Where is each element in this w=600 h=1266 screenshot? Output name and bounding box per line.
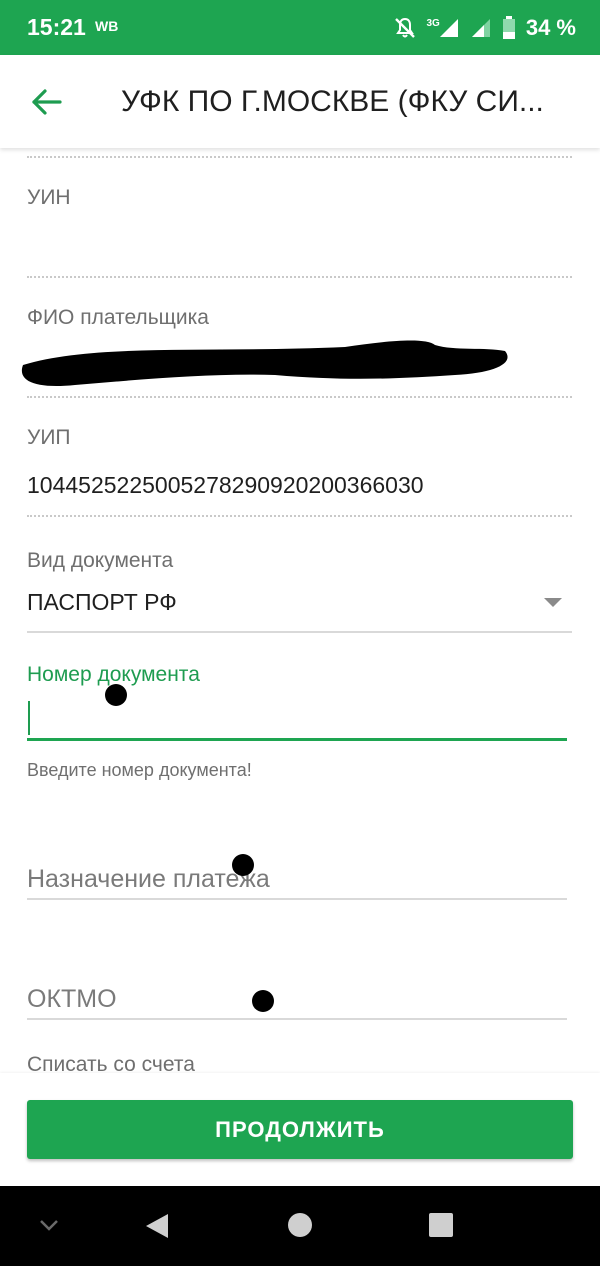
nav-back-icon[interactable] bbox=[144, 1212, 170, 1240]
uin-label: УИН bbox=[27, 186, 71, 209]
nav-recents-icon[interactable] bbox=[428, 1212, 454, 1238]
status-right-group: 3G 34 % bbox=[393, 12, 576, 44]
text-cursor bbox=[28, 701, 30, 735]
uin-divider bbox=[27, 276, 572, 278]
page-title: УФК ПО Г.МОСКВЕ (ФКУ СИ... bbox=[121, 85, 544, 118]
payer-name-divider bbox=[27, 396, 572, 398]
doc-number-underline bbox=[27, 738, 567, 741]
purpose-underline bbox=[27, 898, 567, 900]
oktmo-underline bbox=[27, 1018, 567, 1020]
continue-button[interactable]: ПРОДОЛЖИТЬ bbox=[27, 1100, 573, 1159]
app-bar: УФК ПО Г.МОСКВЕ (ФКУ СИ... bbox=[0, 55, 600, 148]
field-divider bbox=[27, 156, 572, 158]
uip-divider bbox=[27, 515, 572, 517]
system-nav-bar bbox=[0, 1186, 600, 1266]
payment-form[interactable]: УИН ФИО плательщика УИП 1044525225005278… bbox=[0, 148, 600, 1073]
signal-icon-secondary bbox=[471, 19, 490, 37]
uip-label: УИП bbox=[27, 426, 71, 449]
debit-account-label: Списать со счета bbox=[27, 1053, 195, 1073]
annotation-dot bbox=[232, 854, 254, 876]
annotation-dot bbox=[105, 684, 127, 706]
status-bar: 15:21 WB 3G 34 % bbox=[0, 0, 600, 55]
status-time: 15:21 bbox=[27, 14, 86, 40]
battery-percent: 34 % bbox=[525, 15, 576, 40]
doc-number-error: Введите номер документа! bbox=[27, 760, 252, 780]
doc-type-value[interactable]: ПАСПОРТ РФ bbox=[27, 589, 177, 616]
bottom-action-area: ПРОДОЛЖИТЬ bbox=[0, 1073, 600, 1186]
doc-type-underline bbox=[27, 631, 572, 633]
uip-value[interactable]: 1044525225005278290920200366030 bbox=[27, 472, 424, 499]
status-carrier: WB bbox=[95, 18, 119, 34]
nav-collapse-icon[interactable] bbox=[38, 1218, 60, 1232]
back-arrow-icon[interactable] bbox=[30, 85, 64, 119]
oktmo-input[interactable]: ОКТМО bbox=[27, 985, 117, 1014]
annotation-dot bbox=[252, 990, 274, 1012]
signal-icon bbox=[439, 19, 458, 37]
battery-icon bbox=[502, 16, 515, 39]
dropdown-arrow-icon[interactable] bbox=[544, 598, 562, 607]
bell-off-icon bbox=[394, 17, 415, 38]
redaction-scribble bbox=[21, 340, 508, 387]
nav-home-icon[interactable] bbox=[287, 1212, 313, 1238]
payer-name-label: ФИО плательщика bbox=[27, 306, 209, 329]
doc-type-label: Вид документа bbox=[27, 549, 174, 572]
